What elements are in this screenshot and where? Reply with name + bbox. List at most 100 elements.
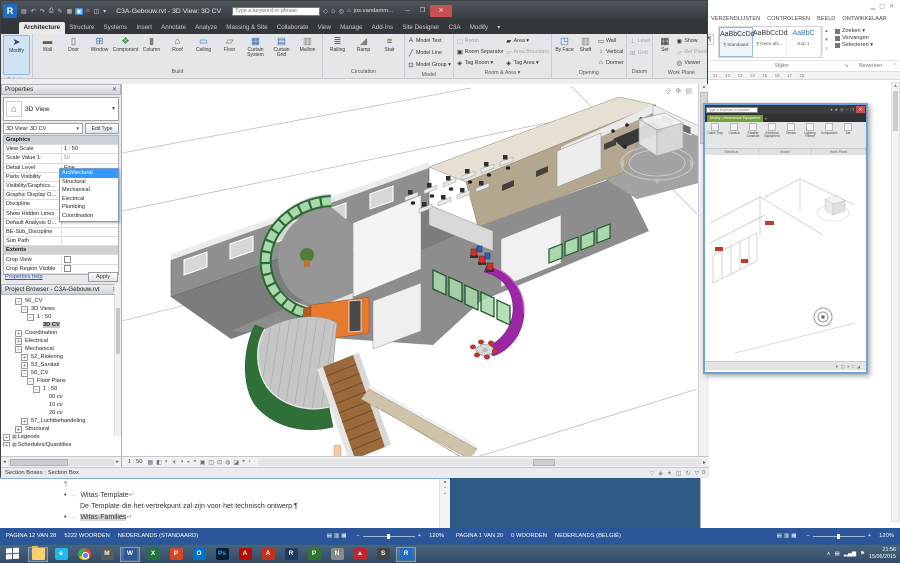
taskbar-app-icon[interactable]: S [373,547,393,562]
expander-icon[interactable]: + [21,354,28,361]
word-right-scrollbar[interactable]: ▲ [891,82,900,522]
zoom-level[interactable]: 120% [429,533,444,539]
ribbon-button[interactable]: Lighting Fixture [801,123,819,147]
taskbar-app-icon[interactable]: P [166,547,186,562]
ribbon-button[interactable]: ▰ Area ▾ [505,35,549,46]
qat-icon[interactable]: ↶ [30,8,37,15]
view-control-icon[interactable]: ◧ [156,459,162,466]
word-count[interactable]: 5222 WOORDEN [64,533,109,539]
language-indicator[interactable]: NEDERLANDS (BELGIË) [555,533,621,539]
ribbon-tab[interactable]: Annotate [157,22,191,34]
tray-icon[interactable]: ▤ [835,551,840,557]
view-control-icon[interactable]: ‹ [248,459,250,466]
ribbon-button[interactable]: ▣ Room Separator [456,46,504,57]
ribbon-tab[interactable]: Massing & Site [222,22,272,34]
ribbon-tab[interactable]: C3A [444,22,465,34]
expander-icon[interactable]: − [27,378,34,385]
ribbon-tab[interactable]: Structure [65,22,99,34]
revit-app-button[interactable]: R [3,4,17,18]
taskbar-app-icon[interactable]: R [396,547,416,562]
tree-item[interactable]: − 3D Views [1,305,121,313]
tray-icon[interactable]: ▂▄▆ [844,551,856,557]
tree-item[interactable]: − Floor Plans [1,377,121,385]
word-window-left-document[interactable]: ¶ •→Witas·Template↵ De·Template·die·het·… [0,477,450,528]
dropdown-option[interactable]: Coordination [60,212,118,221]
style-card[interactable]: AaBbCcDd ¶ Geen afs... [753,27,787,57]
status-icon[interactable]: ◫ [676,470,682,477]
zoom-level[interactable]: 120% [879,533,894,539]
view-control-icon[interactable]: ⌖ [242,459,245,466]
dropdown-option[interactable]: Plumbing [60,203,118,212]
tree-item[interactable]: − 56_CV [1,369,121,377]
property-row[interactable]: Extents [4,246,118,255]
status-icon[interactable]: ✦ [846,364,849,369]
editing-command[interactable]: Selecteren ▾ [835,42,873,48]
ribbon-button[interactable]: ⊡ Model Group ▾ [407,59,451,70]
qat-icon[interactable]: ▤ [20,8,28,15]
viewport-horizontal-scrollbar[interactable] [258,459,701,466]
page-indicator[interactable]: PAGINA 1 VAN 20 [456,533,503,539]
infocenter-icon[interactable]: ◎ [339,8,344,15]
taskbar-app-icon[interactable]: M [97,547,117,562]
qat-icon[interactable]: ⎙ [48,8,55,15]
taskbar-app-icon[interactable]: P [304,547,324,562]
ribbon-button[interactable]: ▤ Curtain Grid [269,35,294,59]
qat-icon[interactable]: ▾ [102,8,107,15]
ribbon-button[interactable]: ◳ By Face [554,35,575,53]
ribbon-button[interactable]: ◈ Tag Room ▾ [456,57,504,68]
zoom-box-icon[interactable]: ▤ [685,87,692,95]
ribbon-tab[interactable]: Site Designer [398,22,444,34]
properties-help-link[interactable]: Properties help [5,274,43,280]
ribbon-tab[interactable]: Systems [99,22,132,34]
editing-command[interactable]: Vervangen [835,35,873,41]
ribbon-button[interactable]: ⊞ Grid [629,47,648,58]
ribbon-button[interactable]: ▦ Curtain System [243,35,268,59]
ribbon-button[interactable]: ≡ Stair [377,35,402,53]
collapse-ribbon-icon[interactable]: ⌃ [893,63,900,69]
taskbar-app-icon[interactable]: A [235,547,255,562]
ribbon-button[interactable]: ▭ Wall [597,35,624,46]
property-row[interactable]: Scale Value 1: 50 [4,154,118,163]
ribbon-button[interactable]: ⌂ Dormer [597,57,624,68]
minimize-button[interactable]: ─ [400,5,415,17]
view-control-icon[interactable]: ⊡ [217,459,222,466]
view-mode-buttons[interactable]: ▤▥▦ [327,533,349,539]
view-control-icon[interactable]: ☀ [171,459,176,466]
style-card[interactable]: AaBbC Kop 1 [787,27,821,57]
zoom-control[interactable]: −+ [806,533,871,539]
ribbon-button[interactable]: Set [839,123,857,147]
tree-item[interactable]: 20 cv [1,409,121,417]
tree-item[interactable]: + 57_Luchtbehandeling [1,417,121,425]
ribbon-button[interactable]: ▭ Ceiling [191,35,216,53]
word-tab[interactable]: BEELD [817,16,835,22]
style-card[interactable]: AaBbCcDd ¶ Standaard [719,27,753,57]
ribbon-tab[interactable]: Analyze [191,22,222,34]
property-row[interactable]: Sun Path [4,237,118,246]
word-tab[interactable]: CONTROLEREN [767,16,810,22]
ribbon-button[interactable]: ▬ Wall [35,35,60,53]
status-icon[interactable]: ◫ [841,364,845,369]
expander-icon[interactable]: + [15,338,22,345]
expander-icon[interactable] [39,394,46,401]
ribbon-tab[interactable]: View [313,22,336,34]
ribbon-button[interactable]: ↕ Vertical [597,46,624,57]
word-count[interactable]: 0 WOORDEN [511,533,547,539]
contextual-tab[interactable]: Modify | Mechanical Equipment [707,115,763,122]
ribbon-tab[interactable]: ▾ [493,22,505,34]
status-icon[interactable]: ▽ [852,364,855,369]
tree-item[interactable]: + Structural [1,425,121,433]
dropdown-option[interactable]: Architectural [60,169,118,178]
ribbon-button[interactable]: ◢ Ramp [351,35,376,53]
panel-label-select[interactable]: Select ▾ [1,76,32,79]
signin-account[interactable]: jos.vandamm... [354,8,393,14]
tree-item[interactable]: + ▦ Legends [1,433,121,441]
ribbon-button[interactable]: ╱ Model Line [407,47,442,58]
floating-3d-view[interactable] [705,155,866,361]
tree-item[interactable]: + Electrical [1,337,121,345]
tree-item[interactable]: − 1 : 50 [1,385,121,393]
close-button[interactable]: ✕ [856,106,865,113]
status-icon[interactable]: ▽ [695,470,700,477]
word-tab[interactable]: VERZENDLIJSTEN [711,16,760,22]
expander-icon[interactable] [33,322,40,329]
tree-item[interactable]: − Mechanical [1,345,121,353]
